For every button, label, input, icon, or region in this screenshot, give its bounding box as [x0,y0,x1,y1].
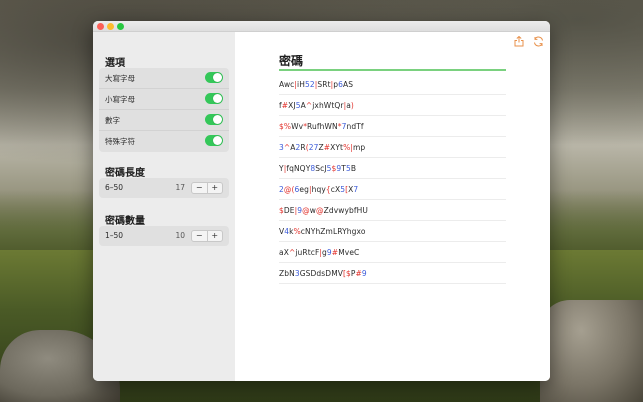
password-list: Awc|iH52|SRt|p6AS f#XJ5A^jxhWtQr|a) $%Wv… [279,74,506,284]
password-item[interactable]: aX^juRtcF|g9#MveC [279,242,506,263]
password-item[interactable]: $DE|9@w@ZdvwybfHU [279,200,506,221]
count-value: 10 [175,231,185,240]
length-decrement-button[interactable]: − [192,183,208,193]
count-range: 1–50 [105,231,124,240]
password-item[interactable]: V4k%cNYhZmLRYhgxo [279,221,506,242]
option-label: 小寫字母 [105,95,135,104]
app-window: 選項 大寫字母 小寫字母 數字 特殊字符 密碼長度 6–50 17 − + 密碼… [93,21,550,381]
refresh-icon-glyph [533,36,543,47]
lowercase-toggle[interactable] [205,93,223,104]
count-row: 1–50 10 − + [99,226,229,246]
length-value: 17 [175,183,185,192]
digits-toggle[interactable] [205,114,223,125]
count-increment-button[interactable]: + [208,231,223,241]
sidebar: 選項 大寫字母 小寫字母 數字 特殊字符 密碼長度 6–50 17 − + 密碼… [93,32,235,381]
page-title: 密碼 [279,54,304,68]
option-label: 特殊字符 [105,137,135,146]
title-bar[interactable] [93,21,550,32]
count-decrement-button[interactable]: − [192,231,208,241]
special-toggle[interactable] [205,135,223,146]
close-window-button[interactable] [97,23,104,30]
password-item[interactable]: 3^A2R(27Z#XYt%|mp [279,137,506,158]
password-item[interactable]: Y|fqNQY8ScJ5$9T5B [279,158,506,179]
length-row: 6–50 17 − + [99,178,229,198]
option-label: 數字 [105,116,120,125]
option-digits: 數字 [99,110,229,131]
option-lowercase: 小寫字母 [99,89,229,110]
password-item[interactable]: ZbN3GSDdsDMV[$P#9 [279,263,506,284]
toggle-knob [213,73,222,82]
password-item[interactable]: f#XJ5A^jxhWtQr|a) [279,95,506,116]
length-stepper: − + [191,182,223,194]
count-title: 密碼數量 [105,216,145,227]
option-label: 大寫字母 [105,74,135,83]
option-uppercase: 大寫字母 [99,68,229,89]
toggle-knob [213,136,222,145]
options-group: 大寫字母 小寫字母 數字 特殊字符 [99,68,229,152]
options-title: 選項 [105,58,125,69]
toggle-knob [213,115,222,124]
title-underline [279,69,506,71]
share-icon-glyph [514,35,524,47]
option-special: 特殊字符 [99,131,229,152]
length-title: 密碼長度 [105,168,145,179]
count-stepper: − + [191,230,223,242]
minimize-window-button[interactable] [107,23,114,30]
password-item[interactable]: Awc|iH52|SRt|p6AS [279,74,506,95]
length-increment-button[interactable]: + [208,183,223,193]
length-range: 6–50 [105,183,124,192]
main-panel: 密碼 Awc|iH52|SRt|p6AS f#XJ5A^jxhWtQr|a) $… [235,32,550,381]
desktop-rock-right [540,300,643,402]
password-item[interactable]: $%Wv*RufhWN*7ndTf [279,116,506,137]
share-icon[interactable] [513,35,525,48]
uppercase-toggle[interactable] [205,72,223,83]
password-item[interactable]: 2@(6eg|hqy{cX5[X7 [279,179,506,200]
refresh-icon[interactable] [532,36,544,48]
zoom-window-button[interactable] [117,23,124,30]
toggle-knob [213,94,222,103]
